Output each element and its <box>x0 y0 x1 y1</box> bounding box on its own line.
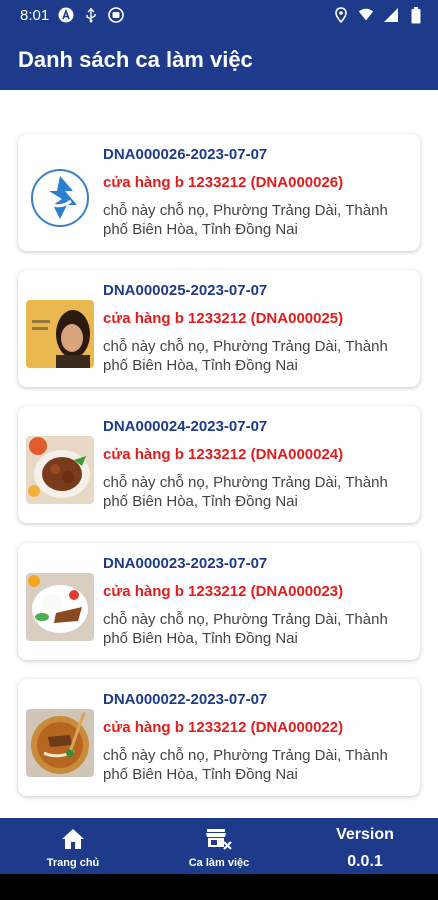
a-circle-icon <box>58 7 74 23</box>
battery-icon <box>408 6 424 23</box>
food-photo-thumbnail <box>26 709 94 777</box>
app-notification-icon <box>108 7 125 23</box>
shift-code: DNA000024-2023-07-07 <box>103 418 268 435</box>
shift-code: DNA000022-2023-07-07 <box>103 691 268 708</box>
wifi-icon <box>358 7 374 23</box>
shift-list[interactable]: DNA000026-2023-07-07 cửa hàng b 1233212 … <box>0 90 438 818</box>
store-name: cửa hàng b 1233212 (DNA000026) <box>103 174 344 191</box>
food-photo-thumbnail <box>26 436 94 504</box>
version-label: Version <box>336 826 394 843</box>
store-name: cửa hàng b 1233212 (DNA000022) <box>103 719 344 736</box>
shift-code: DNA000025-2023-07-07 <box>103 282 268 299</box>
bottom-navigation: Trang chủ Ca làm việc Version 0.0.1 <box>0 818 438 874</box>
shift-card[interactable]: DNA000023-2023-07-07 cửa hàng b 1233212 … <box>18 543 420 660</box>
page-title: Danh sách ca làm việc <box>18 47 253 72</box>
status-time: 8:01 <box>20 6 50 24</box>
store-name: cửa hàng b 1233212 (DNA000024) <box>103 446 344 463</box>
store-logo-thumbnail <box>26 164 94 232</box>
shift-card[interactable]: DNA000025-2023-07-07 cửa hàng b 1233212 … <box>18 270 420 387</box>
version-value: 0.0.1 <box>347 853 383 870</box>
nav-home[interactable]: Trang chủ <box>0 818 146 874</box>
shift-card[interactable]: DNA000022-2023-07-07 cửa hàng b 1233212 … <box>18 679 420 796</box>
food-photo-thumbnail <box>26 573 94 641</box>
signal-icon <box>383 7 399 23</box>
store-address: chỗ này chỗ nọ, Phường Trảng Dài, Thành … <box>103 747 388 783</box>
shift-card[interactable]: DNA000026-2023-07-07 cửa hàng b 1233212 … <box>18 134 420 251</box>
system-navigation-bar <box>0 874 438 900</box>
person-photo-thumbnail <box>26 300 94 368</box>
nav-home-label: Trang chủ <box>46 857 100 869</box>
store-address: chỗ này chỗ nọ, Phường Trảng Dài, Thành … <box>103 611 388 647</box>
store-closed-icon <box>205 827 233 851</box>
store-name: cửa hàng b 1233212 (DNA000023) <box>103 583 344 600</box>
version-info: Version 0.0.1 <box>292 818 438 874</box>
store-address: chỗ này chỗ nọ, Phường Trảng Dài, Thành … <box>103 338 388 374</box>
app-bar: Danh sách ca làm việc <box>0 30 438 90</box>
shift-code: DNA000026-2023-07-07 <box>103 146 268 163</box>
status-bar: 8:01 <box>0 0 438 30</box>
nav-shifts-label: Ca làm việc <box>188 857 250 869</box>
location-icon <box>333 7 349 23</box>
shift-card[interactable]: DNA000024-2023-07-07 cửa hàng b 1233212 … <box>18 406 420 523</box>
usb-icon <box>83 7 99 23</box>
nav-shifts[interactable]: Ca làm việc <box>146 818 292 874</box>
shift-code: DNA000023-2023-07-07 <box>103 555 268 572</box>
home-icon <box>61 827 85 851</box>
store-name: cửa hàng b 1233212 (DNA000025) <box>103 310 344 327</box>
store-address: chỗ này chỗ nọ, Phường Trảng Dài, Thành … <box>103 474 388 510</box>
store-address: chỗ này chỗ nọ, Phường Trảng Dài, Thành … <box>103 202 388 238</box>
